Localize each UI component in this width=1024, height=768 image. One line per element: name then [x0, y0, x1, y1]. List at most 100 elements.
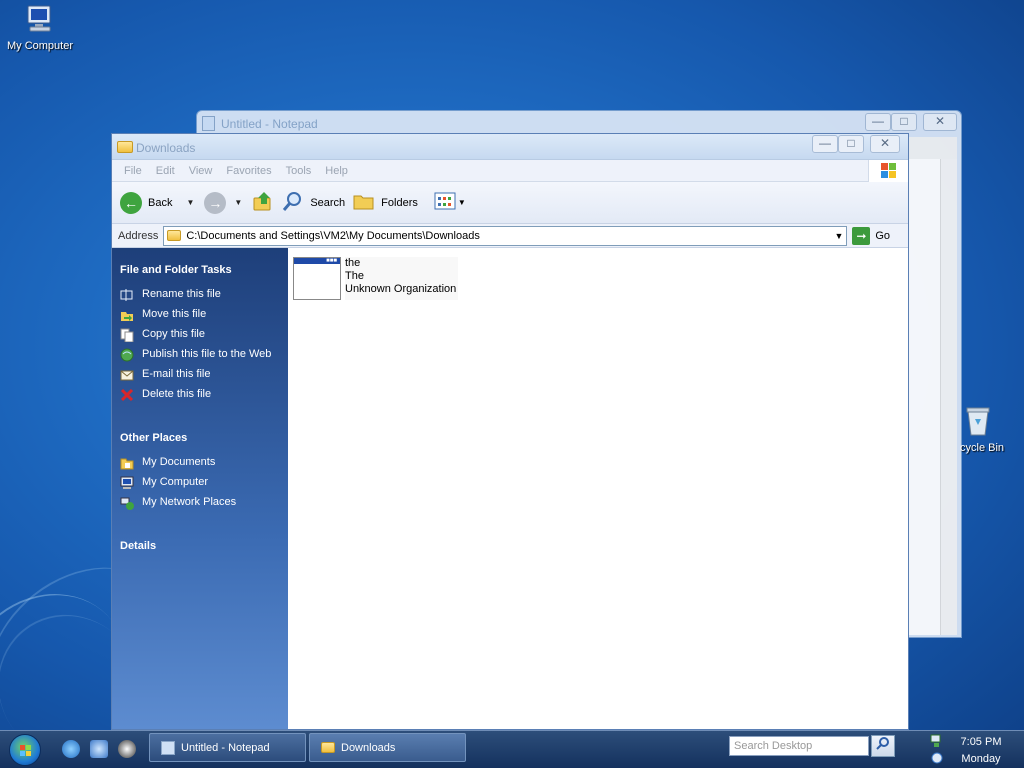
- file-label: the The Unknown Organization: [345, 257, 459, 300]
- volume-tray-icon[interactable]: [929, 750, 943, 764]
- task-rename-file[interactable]: Rename this file: [120, 288, 280, 302]
- file-name: the: [345, 257, 361, 269]
- notepad-icon: [161, 740, 175, 755]
- search-desktop-button[interactable]: [871, 735, 895, 757]
- search-icon: [282, 190, 304, 215]
- task-move-file[interactable]: Move this file: [120, 308, 280, 322]
- menu-tools[interactable]: Tools: [279, 165, 319, 177]
- task-label: Publish this file to the Web: [142, 348, 272, 360]
- go-button[interactable]: ➞ Go: [852, 226, 891, 245]
- windows-logo-icon: [20, 745, 31, 756]
- go-arrow-icon: ➞: [852, 226, 871, 245]
- views-dropdown-icon: ▼: [457, 198, 466, 207]
- show-desktop-icon[interactable]: [90, 740, 108, 758]
- maximize-button[interactable]: □: [891, 113, 917, 131]
- forward-button[interactable]: →: [204, 191, 227, 214]
- back-button[interactable]: ← Back: [120, 191, 173, 214]
- back-dropdown-icon[interactable]: ▼: [186, 198, 194, 207]
- taskbar: Untitled - Notepad Downloads Search Desk…: [0, 730, 1024, 768]
- task-label: Copy this file: [142, 328, 205, 340]
- clock-time: 7:05 PM: [960, 736, 1002, 748]
- system-clock[interactable]: 7:05 PM Monday: [955, 734, 1007, 768]
- folders-label: Folders: [381, 196, 418, 209]
- maximize-button[interactable]: □: [838, 135, 864, 153]
- menu-favorites[interactable]: Favorites: [219, 165, 278, 177]
- task-copy-file[interactable]: Copy this file: [120, 328, 280, 343]
- task-email-file[interactable]: E-mail this file: [120, 368, 280, 382]
- place-label: My Network Places: [142, 496, 237, 508]
- my-documents-icon: [120, 456, 134, 470]
- other-places-heading[interactable]: Other Places: [120, 432, 288, 444]
- network-tray-icon[interactable]: [929, 734, 943, 748]
- copy-icon: [120, 328, 134, 343]
- toolbar: ← Back ▼ → ▼ Search Folders ▼: [112, 182, 908, 224]
- folder-icon: [167, 230, 182, 241]
- place-label: My Documents: [142, 456, 216, 468]
- place-network[interactable]: My Network Places: [120, 496, 280, 510]
- publish-web-icon: [120, 348, 134, 362]
- clock-day: Monday: [961, 753, 1001, 765]
- file-company: Unknown Organization: [345, 283, 457, 295]
- back-label: Back: [148, 196, 173, 209]
- notepad-menubar: [907, 137, 957, 159]
- close-button[interactable]: ✕: [870, 135, 900, 153]
- views-icon: [434, 192, 456, 213]
- taskbar-downloads-button[interactable]: Downloads: [309, 733, 466, 762]
- notepad-title-bar[interactable]: Untitled - Notepad — □ ✕: [197, 111, 961, 135]
- details-heading[interactable]: Details: [120, 540, 288, 552]
- file-list-area[interactable]: ■■■ the The Unknown Organization: [288, 248, 908, 729]
- explorer-window[interactable]: Downloads — □ ✕ File Edit View Favorites…: [111, 133, 909, 730]
- close-button[interactable]: ✕: [923, 113, 957, 131]
- menu-file[interactable]: File: [117, 165, 149, 177]
- desktop-icon-my-computer[interactable]: My Computer: [4, 4, 76, 52]
- back-arrow-icon: ←: [120, 191, 142, 214]
- search-button[interactable]: Search: [282, 190, 345, 215]
- task-publish-web[interactable]: Publish this file to the Web: [120, 348, 280, 362]
- minimize-button[interactable]: —: [865, 113, 891, 131]
- taskbar-notepad-button[interactable]: Untitled - Notepad: [149, 733, 306, 762]
- forward-dropdown-icon[interactable]: ▼: [234, 198, 242, 207]
- windows-logo-icon: [868, 160, 908, 182]
- menu-edit[interactable]: Edit: [149, 165, 182, 177]
- task-pane: File and Folder Tasks Rename this file M…: [112, 248, 288, 729]
- notepad-icon: [202, 116, 215, 131]
- task-delete-file[interactable]: Delete this file: [120, 388, 280, 402]
- up-folder-icon: [252, 190, 274, 215]
- start-button[interactable]: [9, 734, 41, 766]
- notepad-title: Untitled - Notepad: [221, 117, 318, 131]
- task-label: E-mail this file: [142, 368, 211, 380]
- desktop-icon-label: cycle Bin: [960, 442, 1005, 454]
- rename-icon: [120, 288, 134, 302]
- place-my-computer[interactable]: My Computer: [120, 476, 280, 490]
- address-dropdown-icon[interactable]: ▼: [834, 231, 843, 241]
- address-label: Address: [118, 229, 159, 242]
- my-computer-icon: [120, 476, 134, 490]
- desktop-icon-recycle-bin[interactable]: cycle Bin: [960, 405, 1004, 454]
- notepad-scrollbar[interactable]: [940, 159, 957, 635]
- views-button[interactable]: ▼: [434, 192, 466, 213]
- place-my-documents[interactable]: My Documents: [120, 456, 280, 470]
- email-icon: [120, 368, 134, 382]
- computer-icon: [4, 4, 76, 37]
- up-folder-button[interactable]: [252, 190, 274, 215]
- file-item[interactable]: ■■■ the The Unknown Organization: [293, 257, 459, 300]
- folders-button[interactable]: Folders: [353, 191, 418, 214]
- address-value: C:\Documents and Settings\VM2\My Documen…: [186, 229, 480, 242]
- minimize-button[interactable]: —: [812, 135, 838, 153]
- address-field[interactable]: C:\Documents and Settings\VM2\My Documen…: [163, 225, 848, 246]
- file-folder-tasks-heading[interactable]: File and Folder Tasks: [120, 264, 288, 276]
- menu-view[interactable]: View: [182, 165, 220, 177]
- notepad-text-area[interactable]: [907, 159, 957, 635]
- internet-explorer-icon[interactable]: [62, 740, 80, 758]
- desktop-icon-label: My Computer: [6, 40, 74, 52]
- go-label: Go: [875, 229, 891, 242]
- folders-icon: [353, 191, 375, 214]
- address-bar: Address C:\Documents and Settings\VM2\My…: [112, 224, 908, 248]
- menu-help[interactable]: Help: [318, 165, 355, 177]
- menu-bar: File Edit View Favorites Tools Help: [112, 160, 908, 182]
- media-player-icon[interactable]: [118, 740, 136, 758]
- task-label: Untitled - Notepad: [181, 741, 270, 754]
- search-desktop-input[interactable]: Search Desktop: [729, 736, 869, 756]
- explorer-title-bar[interactable]: Downloads — □ ✕: [112, 134, 908, 160]
- task-label: Rename this file: [142, 288, 221, 300]
